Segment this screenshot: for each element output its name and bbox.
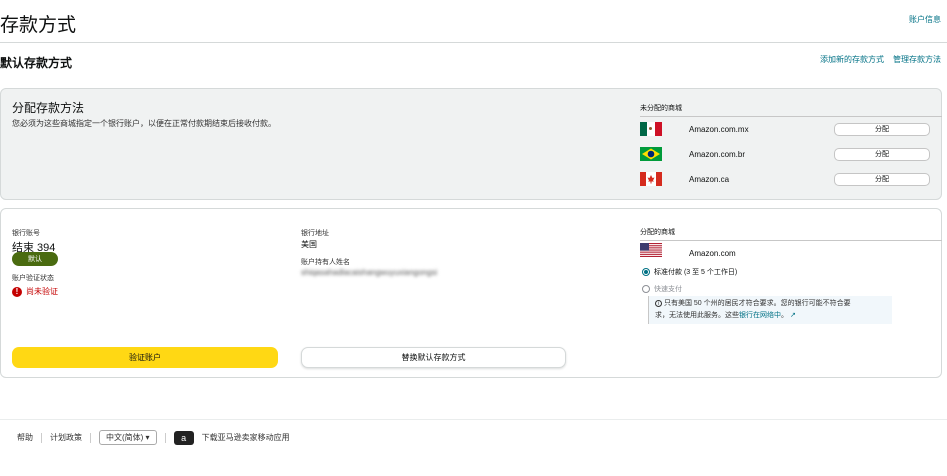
standard-payment-label: 标准付款 (3 至 5 个工作日) [654, 269, 738, 276]
footer-links: 帮助 计划政策 中文(简体) ▾ a 下载亚马逊卖家移动应用 [17, 430, 290, 445]
replace-default-method-button[interactable]: 替换默认存款方式 [301, 347, 566, 368]
info-icon: i [655, 299, 662, 307]
assigned-marketplaces-header: 分配的商城 [640, 227, 942, 241]
bank-account-label: 银行账号 [12, 230, 40, 237]
bank-address-label: 银行地址 [301, 230, 329, 237]
page-title: 存款方式 [0, 15, 77, 36]
marketplace-row-br: Amazon.com.br 分配 [640, 145, 930, 163]
marketplace-name: Amazon.com.br [689, 149, 746, 159]
assign-button[interactable]: 分配 [834, 122, 930, 136]
verify-status-value: 尚未验证 [26, 287, 58, 296]
assigned-marketplace-name: Amazon.com [689, 249, 736, 258]
standard-payment-radio[interactable]: 标准付款 (3 至 5 个工作日) [642, 267, 737, 277]
default-badge: 默认 [12, 252, 58, 266]
language-select[interactable]: 中文(简体) ▾ [99, 430, 157, 445]
marketplace-row-mx: Amazon.com.mx 分配 [640, 120, 930, 138]
section-links: 添加新的存款方式 管理存款方法 [820, 54, 941, 65]
account-info-link[interactable]: 账户信息 [909, 14, 941, 25]
verify-account-button[interactable]: 验证账户 [12, 347, 278, 368]
footer-divider [90, 432, 91, 443]
assign-button[interactable]: 分配 [834, 172, 930, 186]
header-divider [0, 42, 947, 43]
fast-payment-label: 快速支付 [654, 286, 682, 293]
footer-help-link[interactable]: 帮助 [17, 432, 33, 443]
account-holder-value: shiqasahadlacaishangwuyuxiangongsi [301, 268, 438, 277]
footer-policies-link[interactable]: 计划政策 [50, 432, 82, 443]
assign-title: 分配存款方法 [12, 101, 85, 115]
canada-flag-icon [640, 172, 662, 186]
us-flag-icon [640, 243, 662, 257]
verify-status-label: 账户验证状态 [12, 275, 54, 282]
footer: 帮助 计划政策 中文(简体) ▾ a 下载亚马逊卖家移动应用 [0, 419, 947, 476]
brazil-flag-icon [640, 147, 662, 161]
marketplace-row-ca: Amazon.ca 分配 [640, 170, 930, 188]
notice-line-2-suffix: 。 [781, 312, 788, 319]
external-link-icon[interactable]: ↗ [790, 312, 796, 319]
marketplace-name: Amazon.com.mx [689, 124, 749, 134]
mobile-app-link[interactable]: 下载亚马逊卖家移动应用 [202, 432, 290, 443]
footer-divider [164, 432, 166, 443]
verify-status: ! 尚未验证 [12, 286, 58, 297]
radio-selected-icon [642, 268, 650, 276]
add-deposit-method-link[interactable]: 添加新的存款方式 [820, 54, 884, 65]
banks-in-network-link[interactable]: 银行在网络中 [739, 312, 781, 319]
language-value: 中文(简体) [106, 433, 144, 442]
notice-line-2: 求，无法使用此服务。这些 [655, 312, 739, 319]
mexico-flag-icon [640, 122, 662, 136]
manage-deposit-methods-link[interactable]: 管理存款方法 [893, 54, 941, 65]
footer-divider [41, 432, 42, 443]
radio-empty-icon [642, 285, 650, 293]
section-title: 默认存款方式 [0, 56, 73, 70]
account-holder-label: 账户持有人姓名 [301, 259, 350, 266]
assign-description: 您必须为这些商城指定一个银行账户，以便在正常付款期结束后接收付款。 [12, 119, 276, 128]
assign-button[interactable]: 分配 [834, 147, 930, 161]
mobile-app-icon: a [173, 430, 194, 445]
eligibility-notice: i 只有美国 50 个州的居民才符合要求。您的银行可能不符合要 求，无法使用此服… [648, 296, 892, 324]
bank-address-value: 美国 [301, 240, 317, 249]
notice-line-1: 只有美国 50 个州的居民才符合要求。您的银行可能不符合要 [663, 300, 851, 307]
fast-payment-radio[interactable]: 快速支付 [642, 284, 682, 294]
unassigned-marketplaces-header: 未分配的商城 [640, 103, 942, 117]
alert-icon: ! [12, 286, 22, 297]
marketplace-name: Amazon.ca [689, 174, 730, 184]
